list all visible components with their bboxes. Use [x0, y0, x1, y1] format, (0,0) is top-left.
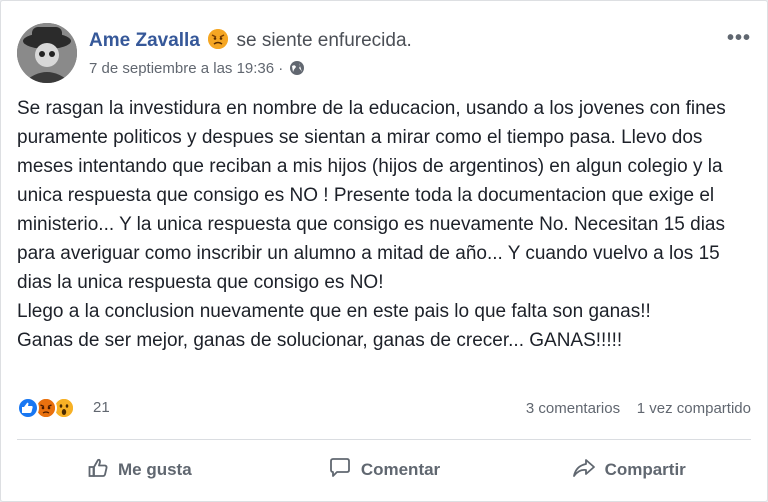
feeling-text: se siente enfurecida. — [236, 30, 412, 51]
post-header: Ame Zavalla se siente enfurecida. 7 de s… — [17, 23, 751, 87]
comment-label: Comentar — [360, 460, 441, 479]
thumbs-up-icon — [87, 457, 118, 484]
post-body: Se rasgan la investidura en nombre de la… — [17, 94, 752, 355]
like-button[interactable]: Me gusta — [17, 447, 262, 493]
post-stats: 3 comentarios 1 vez compartido — [526, 400, 751, 417]
post-paragraph: Se rasgan la investidura en nombre de la… — [17, 98, 726, 293]
share-label: Compartir — [604, 460, 686, 479]
divider — [17, 439, 751, 440]
globe-icon[interactable] — [289, 60, 305, 80]
shares-count[interactable]: 1 vez compartido — [637, 400, 751, 417]
post-paragraph: Ganas de ser mejor, ganas de solucionar,… — [17, 330, 623, 351]
angry-face-icon — [208, 29, 229, 49]
avatar[interactable] — [17, 23, 77, 83]
more-options-icon[interactable]: ••• — [727, 27, 751, 50]
comment-icon — [328, 457, 361, 484]
share-button[interactable]: Compartir — [506, 447, 751, 493]
post-card: Ame Zavalla se siente enfurecida. 7 de s… — [0, 0, 768, 502]
like-icon — [17, 397, 39, 419]
reactions-row: 21 3 comentarios 1 vez compartido — [17, 395, 751, 423]
comment-button[interactable]: Comentar — [262, 447, 507, 493]
author-name[interactable]: Ame Zavalla — [89, 30, 200, 51]
like-label: Me gusta — [117, 460, 192, 479]
comments-count[interactable]: 3 comentarios — [526, 400, 620, 417]
post-paragraph: Llego a la conclusion nuevamente que en … — [17, 301, 651, 322]
share-arrow-icon — [572, 457, 605, 484]
post-meta: 7 de septiembre a las 19:36 · — [89, 60, 305, 80]
post-actions: Me gusta Comentar Compartir — [17, 447, 751, 493]
post-timestamp[interactable]: 7 de septiembre a las 19:36 · — [89, 60, 283, 77]
reaction-count[interactable]: 21 — [93, 399, 110, 416]
post-title-line: Ame Zavalla se siente enfurecida. — [89, 29, 412, 52]
